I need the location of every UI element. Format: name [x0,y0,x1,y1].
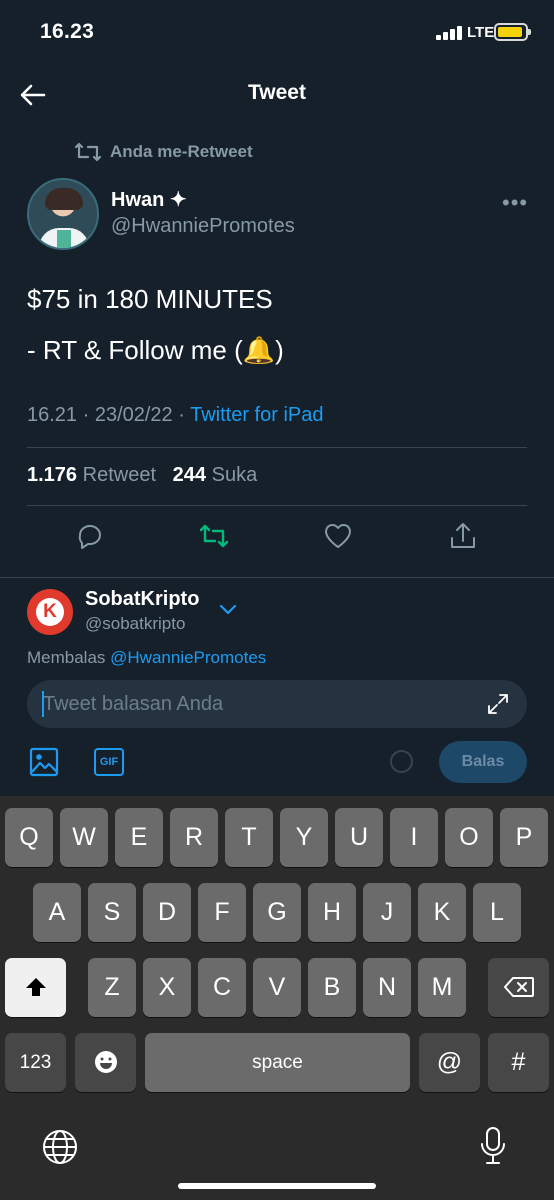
reply-user-name[interactable]: SobatKripto [85,588,199,611]
tweet-stats: 1.176 Retweet 244 Suka [27,464,257,487]
like-count[interactable]: 244 [173,464,206,486]
divider [27,447,527,448]
like-count-label[interactable]: Suka [212,464,258,486]
key-b[interactable]: B [308,958,356,1017]
key-y[interactable]: Y [280,808,328,867]
replying-to-handle[interactable]: @HwanniePromotes [110,648,266,667]
character-count-icon [390,750,413,773]
emoji-key[interactable] [75,1033,136,1092]
reply-user-avatar[interactable]: K [27,589,73,635]
key-u[interactable]: U [335,808,383,867]
replying-prefix: Membalas [27,648,111,667]
key-q[interactable]: Q [5,808,53,867]
shift-icon [25,978,46,996]
home-indicator[interactable] [178,1183,376,1189]
reply-button[interactable]: Balas [439,741,527,783]
retweet-count[interactable]: 1.176 [27,464,77,486]
globe-icon[interactable] [42,1129,78,1165]
key-g[interactable]: G [253,883,301,942]
key-f[interactable]: F [198,883,246,942]
key-v[interactable]: V [253,958,301,1017]
reply-input[interactable] [27,680,527,728]
gif-icon[interactable]: GIF [94,748,124,776]
retweeted-by-row: Anda me-Retweet [74,140,253,164]
divider [0,577,554,578]
expand-icon[interactable] [486,692,510,716]
key-h[interactable]: H [308,883,356,942]
space-key[interactable]: space [145,1033,410,1092]
key-p[interactable]: P [500,808,548,867]
key-r[interactable]: R [170,808,218,867]
status-time: 16.23 [40,20,95,43]
replying-to-line: Membalas @HwanniePromotes [27,648,266,668]
avatar-letter: K [36,598,64,626]
emoji-icon [94,1051,117,1073]
page-title: Tweet [248,81,306,104]
key-w[interactable]: W [60,808,108,867]
key-c[interactable]: C [198,958,246,1017]
signal-icon [436,26,464,40]
microphone-icon[interactable] [478,1126,508,1166]
hash-key[interactable]: # [488,1033,549,1092]
text-caret [42,691,44,717]
tweet-source-link[interactable]: Twitter for iPad [190,404,323,426]
key-e[interactable]: E [115,808,163,867]
shift-key[interactable] [5,958,66,1017]
keyboard: Q W E R T Y U I O P A S D F G H J K L Z … [0,796,554,1200]
author-handle[interactable]: @HwanniePromotes [111,215,295,238]
network-label: LTE [467,24,495,41]
numbers-key[interactable]: 123 [5,1033,66,1092]
more-options-icon[interactable]: ••• [502,190,528,216]
retweet-icon [74,142,102,162]
key-t[interactable]: T [225,808,273,867]
tweet-text-line-1: $75 in 180 MINUTES [27,284,273,314]
key-i[interactable]: I [390,808,438,867]
key-z[interactable]: Z [88,958,136,1017]
key-j[interactable]: J [363,883,411,942]
like-icon[interactable] [322,520,354,552]
key-d[interactable]: D [143,883,191,942]
share-icon[interactable] [447,520,479,552]
tweet-timestamp: 16.21 · 23/02/22 · [27,404,191,426]
tweet-meta: 16.21 · 23/02/22 · Twitter for iPad [27,404,323,427]
reply-user-handle[interactable]: @sobatkripto [85,614,185,634]
key-a[interactable]: A [33,883,81,942]
key-n[interactable]: N [363,958,411,1017]
backspace-icon [503,977,534,997]
image-icon[interactable] [29,747,59,777]
author-name[interactable]: Hwan ✦ [111,187,187,212]
backspace-key[interactable] [488,958,549,1017]
key-m[interactable]: M [418,958,466,1017]
retweet-action-icon[interactable] [198,520,230,552]
key-o[interactable]: O [445,808,493,867]
author-avatar[interactable] [27,178,99,250]
retweet-count-label[interactable]: Retweet [83,464,156,486]
key-k[interactable]: K [418,883,466,942]
key-s[interactable]: S [88,883,136,942]
reply-icon[interactable] [74,520,106,552]
at-key[interactable]: @ [419,1033,480,1092]
battery-icon [494,23,531,41]
key-x[interactable]: X [143,958,191,1017]
key-l[interactable]: L [473,883,521,942]
divider [27,505,527,506]
tweet-text-line-2: - RT & Follow me (🔔) [27,335,284,365]
retweeted-by-label: Anda me-Retweet [110,142,253,161]
chevron-down-icon[interactable] [218,602,238,616]
